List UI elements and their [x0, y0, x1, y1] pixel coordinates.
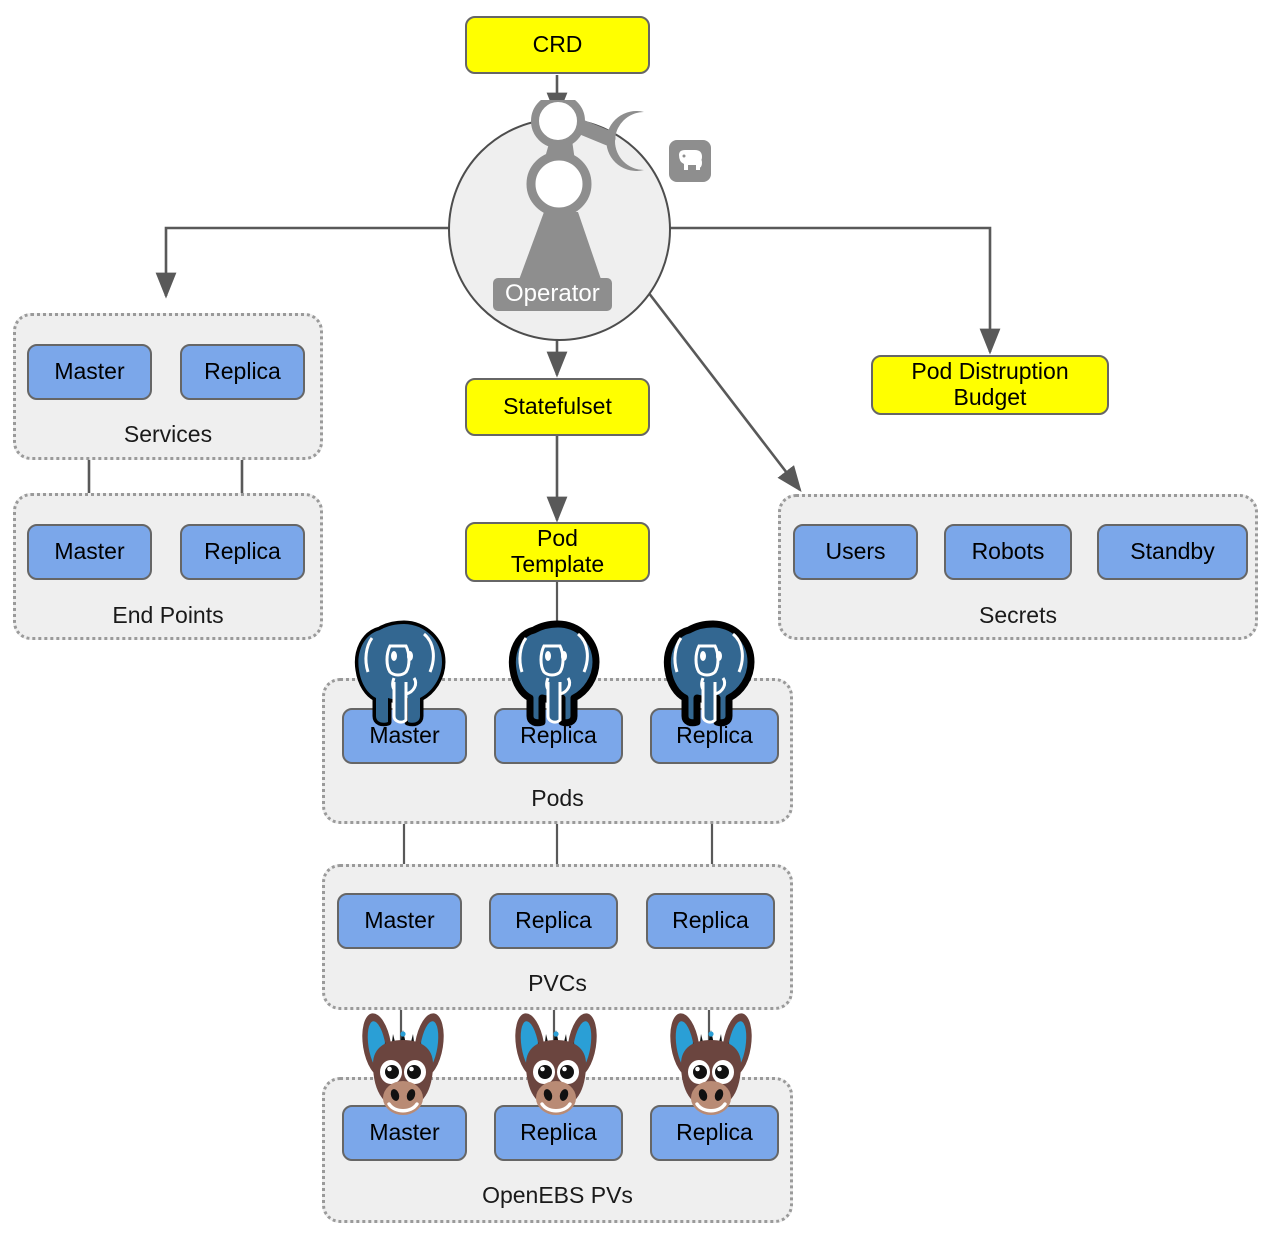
- openebs-donkey-icon: [663, 1012, 761, 1140]
- group-label-services: Services: [13, 421, 323, 448]
- node-secrets-users[interactable]: Users: [793, 524, 918, 580]
- node-pvcs-replica-2[interactable]: Replica: [646, 893, 775, 949]
- edge-operator-secrets: [646, 291, 802, 493]
- group-label-openebs-pvs: OpenEBS PVs: [322, 1182, 793, 1209]
- node-pod-distruption-budget[interactable]: Pod Distruption Budget: [871, 355, 1109, 415]
- node-endpoints-replica[interactable]: Replica: [180, 524, 305, 580]
- postgres-elephant-icon: [659, 612, 764, 727]
- postgres-elephant-icon: [504, 612, 609, 727]
- node-pvcs-master[interactable]: Master: [337, 893, 462, 949]
- node-secrets-robots[interactable]: Robots: [944, 524, 1072, 580]
- edge-operator-services: [155, 226, 450, 299]
- openebs-donkey-icon: [355, 1012, 453, 1140]
- node-pod-template[interactable]: Pod Template: [465, 522, 650, 582]
- node-label: Standby: [1130, 538, 1215, 565]
- group-label-text: Services: [123, 421, 213, 447]
- group-label-secrets: Secrets: [778, 602, 1258, 629]
- operator-label: Operator: [505, 280, 600, 307]
- group-label-text: Secrets: [979, 602, 1057, 628]
- group-label-text: Pods: [531, 785, 584, 811]
- node-statefulset[interactable]: Statefulset: [465, 378, 650, 436]
- operator-label-badge: Operator: [493, 278, 612, 311]
- node-pod-template-line1: Pod: [537, 525, 578, 552]
- node-crd-label: CRD: [532, 31, 583, 58]
- node-label: Robots: [971, 538, 1045, 565]
- node-crd[interactable]: CRD: [465, 16, 650, 74]
- node-label: Master: [364, 907, 435, 934]
- postgres-elephant-icon: [350, 612, 455, 727]
- node-pdb-line2: Budget: [953, 384, 1027, 410]
- node-label: Replica: [204, 538, 281, 565]
- node-label: Replica: [515, 907, 592, 934]
- group-label-endpoints: End Points: [13, 602, 323, 629]
- node-label: Master: [54, 358, 125, 385]
- node-label: Replica: [204, 358, 281, 385]
- group-label-pods: Pods: [322, 785, 793, 812]
- node-secrets-standby[interactable]: Standby: [1097, 524, 1248, 580]
- node-services-replica[interactable]: Replica: [180, 344, 305, 400]
- group-label-text: OpenEBS PVs: [482, 1182, 633, 1208]
- node-statefulset-label: Statefulset: [503, 393, 612, 420]
- group-label-text: PVCs: [528, 970, 587, 996]
- node-label: Replica: [672, 907, 749, 934]
- node-pod-template-line2: Template: [510, 551, 605, 577]
- node-pdb-line1: Pod Distruption: [911, 358, 1069, 385]
- node-label: Users: [825, 538, 886, 565]
- openebs-donkey-icon: [508, 1012, 606, 1140]
- node-endpoints-master[interactable]: Master: [27, 524, 152, 580]
- node-services-master[interactable]: Master: [27, 344, 152, 400]
- node-pvcs-replica-1[interactable]: Replica: [489, 893, 618, 949]
- node-label: Master: [54, 538, 125, 565]
- diagram-canvas: CRD Operator Master Replica Services Mas…: [0, 0, 1280, 1235]
- group-label-text: End Points: [112, 602, 224, 628]
- group-label-pvcs: PVCs: [322, 970, 793, 997]
- postgres-elephant-badge-icon: [668, 139, 712, 183]
